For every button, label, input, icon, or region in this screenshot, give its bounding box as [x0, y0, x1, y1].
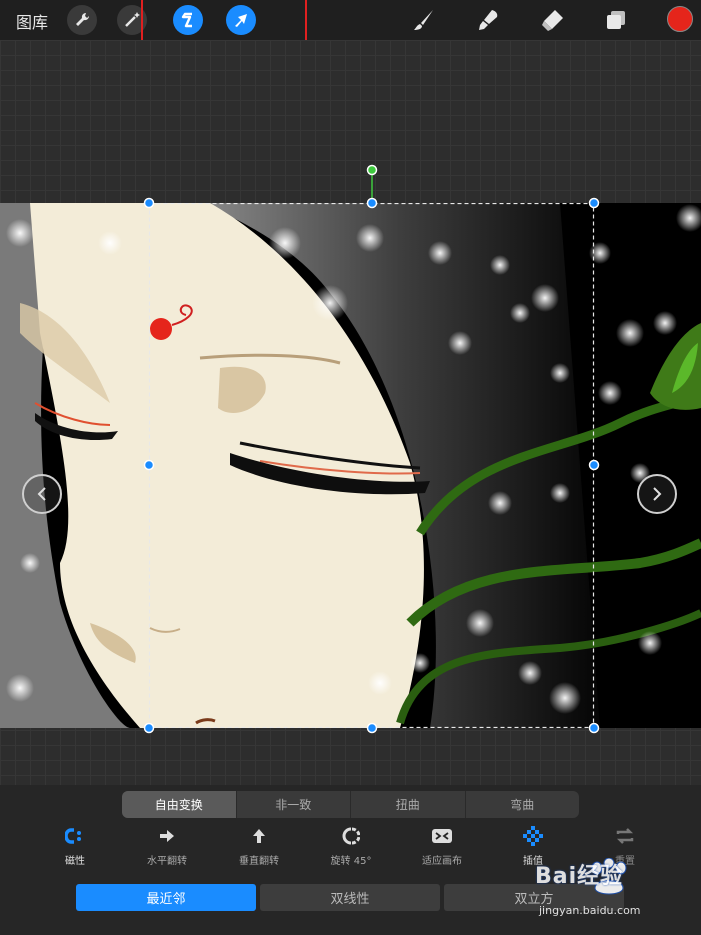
rotate-45-label: 旋转 45°	[330, 856, 372, 867]
rotate-45-button[interactable]: 旋转 45°	[306, 825, 396, 867]
smudge-icon[interactable]	[473, 5, 503, 35]
nearest-neighbor-option[interactable]: 最近邻	[76, 884, 256, 911]
gallery-button[interactable]: 图库	[16, 9, 48, 33]
transform-mode-segmented: 自由变换 非一致 扭曲 弯曲	[122, 791, 579, 818]
watermark-brand: Bai经验	[535, 864, 624, 889]
flip-horizontal-button[interactable]: 水平翻转	[122, 825, 212, 867]
magnetic-label: 磁性	[65, 856, 85, 867]
flip-horizontal-label: 水平翻转	[147, 856, 187, 867]
watermark-url: jingyan.baidu.com	[539, 904, 641, 917]
arrow-up-icon	[214, 825, 304, 847]
arrow-right-icon	[122, 825, 212, 847]
mode-uniform[interactable]: 非一致	[237, 791, 351, 818]
fit-canvas-button[interactable]: 适应画布	[397, 825, 487, 867]
fit-canvas-label: 适应画布	[422, 856, 462, 867]
magnet-icon	[30, 825, 120, 847]
magnetic-button[interactable]: 磁性	[30, 825, 120, 867]
chevron-left-icon	[37, 487, 46, 501]
fit-screen-icon	[397, 825, 487, 847]
mode-warp[interactable]: 弯曲	[466, 791, 580, 818]
flip-vertical-button[interactable]: 垂直翻转	[214, 825, 304, 867]
selection-s-icon[interactable]	[173, 5, 203, 35]
bilinear-option[interactable]: 双线性	[260, 884, 440, 911]
mode-distort[interactable]: 扭曲	[351, 791, 466, 818]
brush-icon[interactable]	[409, 5, 439, 35]
interpolation-grid-icon	[488, 825, 578, 847]
chevron-right-icon	[653, 487, 662, 501]
flip-vertical-label: 垂直翻转	[239, 856, 279, 867]
transform-arrow-icon[interactable]	[226, 5, 256, 35]
wrench-icon[interactable]	[67, 5, 97, 35]
layers-icon[interactable]	[601, 5, 631, 35]
top-toolbar: 图库	[0, 0, 701, 48]
mode-freeform[interactable]: 自由变换	[122, 791, 237, 818]
rotate-icon	[306, 825, 396, 847]
color-swatch[interactable]	[667, 6, 693, 32]
baidu-jingyan-watermark: Bai经验 jingyan.baidu.com	[535, 856, 701, 935]
artwork-canvas[interactable]	[0, 203, 701, 728]
eraser-icon[interactable]	[537, 5, 567, 35]
previous-arrow-button[interactable]	[22, 474, 62, 514]
next-arrow-button[interactable]	[637, 474, 677, 514]
reset-icon	[580, 825, 670, 847]
